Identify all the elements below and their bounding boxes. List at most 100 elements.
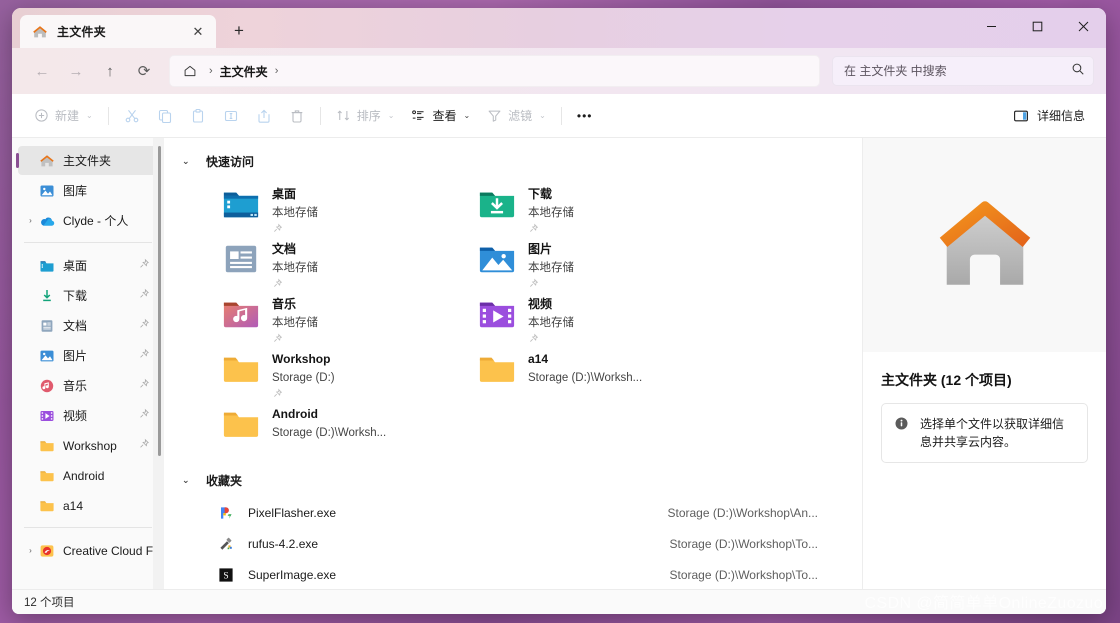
sidebar-item-gallery[interactable]: 图库 — [18, 176, 158, 205]
tile-pictures[interactable]: 图片 本地存储 — [466, 235, 722, 290]
pin-icon[interactable] — [138, 348, 154, 363]
home-large-icon — [927, 185, 1043, 306]
list-item[interactable]: PixelFlasher.exe Storage (D:)\Workshop\A… — [172, 497, 854, 528]
music-folder-icon — [222, 295, 260, 333]
tile-music[interactable]: 音乐 本地存储 — [210, 290, 466, 345]
new-button[interactable]: 新建 ⌄ — [26, 101, 101, 131]
tab-home[interactable]: 主文件夹 ✕ — [20, 15, 216, 48]
tile-workshop[interactable]: Workshop Storage (D:) — [210, 345, 466, 400]
sidebar-item-creative-cloud[interactable]: › Creative Cloud F — [18, 536, 158, 565]
copy-icon — [157, 108, 173, 124]
paste-button[interactable] — [182, 101, 214, 131]
sidebar-item-label: Creative Cloud F — [63, 544, 158, 558]
sidebar-item-videos[interactable]: 视频 — [18, 401, 158, 430]
sidebar-item-home[interactable]: 主文件夹 — [18, 146, 158, 175]
details-pane-button[interactable]: 详细信息 — [1004, 101, 1094, 131]
sidebar-item-documents[interactable]: 文档 — [18, 311, 158, 340]
minimize-button[interactable] — [968, 8, 1014, 44]
tile-downloads[interactable]: 下载 本地存储 — [466, 180, 722, 235]
chevron-down-icon: ⌄ — [463, 111, 470, 120]
sort-label: 排序 — [357, 107, 381, 124]
list-item[interactable]: rufus-4.2.exe Storage (D:)\Workshop\To..… — [172, 528, 854, 559]
sidebar-scrollbar-track[interactable] — [153, 138, 164, 589]
pin-icon[interactable] — [138, 438, 154, 453]
close-window-button[interactable] — [1060, 8, 1106, 44]
view-button[interactable]: 查看 ⌄ — [403, 101, 478, 131]
tile-documents[interactable]: 文档 本地存储 — [210, 235, 466, 290]
sidebar-item-downloads[interactable]: 下载 — [18, 281, 158, 310]
info-icon — [894, 416, 910, 436]
sort-button[interactable]: 排序 ⌄ — [328, 101, 403, 131]
sidebar-item-android[interactable]: Android — [18, 461, 158, 490]
tile-subtitle: 本地存储 — [272, 317, 318, 329]
favorites-group-header[interactable]: ⌄ 收藏夹 — [164, 467, 862, 493]
documents-folder-icon — [39, 318, 55, 334]
quick-access-label: 快速访问 — [206, 153, 254, 170]
breadcrumb-separator[interactable]: › — [204, 65, 218, 77]
copy-button[interactable] — [149, 101, 181, 131]
breadcrumb[interactable]: › 主文件夹 › — [169, 55, 820, 87]
home-icon — [32, 24, 48, 40]
close-tab-icon[interactable]: ✕ — [186, 20, 210, 44]
sidebar-item-onedrive[interactable]: › Clyde - 个人 — [18, 206, 158, 235]
delete-button[interactable] — [281, 101, 313, 131]
cut-button[interactable] — [116, 101, 148, 131]
forward-button[interactable]: → — [60, 55, 92, 87]
sidebar-item-music[interactable]: 音乐 — [18, 371, 158, 400]
tile-android[interactable]: Android Storage (D:)\Worksh... — [210, 400, 466, 455]
search-input[interactable] — [844, 64, 1071, 78]
sidebar-item-workshop[interactable]: Workshop — [18, 431, 158, 460]
list-item[interactable]: S SuperImage.exe Storage (D:)\Workshop\T… — [172, 559, 854, 589]
file-path: Storage (D:)\Workshop\To... — [670, 568, 819, 582]
downloads-folder-icon — [39, 288, 55, 304]
maximize-button[interactable] — [1014, 8, 1060, 44]
file-name: rufus-4.2.exe — [248, 537, 670, 551]
filter-label: 滤镜 — [508, 107, 532, 124]
tile-name: 下载 — [528, 187, 552, 201]
home-outline-icon[interactable] — [178, 59, 202, 83]
breadcrumb-separator-end[interactable]: › — [270, 65, 284, 77]
sidebar-item-label: 主文件夹 — [63, 152, 158, 169]
creative-cloud-icon — [39, 543, 55, 559]
chevron-down-icon: ⌄ — [86, 111, 93, 120]
up-button[interactable]: ↑ — [94, 55, 126, 87]
tile-videos[interactable]: 视频 本地存储 — [466, 290, 722, 345]
more-options-button[interactable]: ••• — [569, 101, 601, 131]
svg-text:S: S — [223, 571, 228, 581]
tile-desktop[interactable]: 桌面 本地存储 — [210, 180, 466, 235]
file-path: Storage (D:)\Workshop\To... — [670, 537, 819, 551]
plus-circle-icon — [34, 108, 49, 123]
sidebar-scrollbar-thumb[interactable] — [158, 146, 161, 456]
pin-icon[interactable] — [138, 408, 154, 423]
chevron-down-icon[interactable]: ⌄ — [182, 156, 194, 167]
tile-a14[interactable]: a14 Storage (D:)\Worksh... — [466, 345, 722, 400]
pin-icon[interactable] — [138, 378, 154, 393]
gallery-icon — [39, 183, 55, 199]
sidebar-item-a14[interactable]: a14 — [18, 491, 158, 520]
sidebar-item-desktop[interactable]: 桌面 — [18, 251, 158, 280]
chevron-right-icon[interactable]: › — [22, 216, 39, 225]
back-button[interactable]: ← — [26, 55, 58, 87]
filter-button[interactable]: 滤镜 ⌄ — [479, 101, 554, 131]
tile-text: 桌面 本地存储 — [272, 184, 460, 239]
search-icon[interactable] — [1071, 62, 1085, 81]
item-count-label: 12 个项目 — [24, 594, 75, 610]
new-tab-button[interactable]: + — [223, 15, 255, 47]
pin-icon — [528, 331, 716, 349]
folder-icon — [39, 498, 55, 514]
refresh-button[interactable]: ⟳ — [128, 55, 160, 87]
quick-access-group-header[interactable]: ⌄ 快速访问 — [164, 148, 862, 174]
pictures-folder-icon — [39, 348, 55, 364]
pin-icon[interactable] — [138, 288, 154, 303]
breadcrumb-current[interactable]: 主文件夹 — [220, 63, 268, 80]
pin-icon[interactable] — [138, 258, 154, 273]
chevron-down-icon[interactable]: ⌄ — [182, 475, 194, 486]
share-button[interactable] — [248, 101, 280, 131]
folder-icon — [39, 468, 55, 484]
search-box[interactable] — [832, 56, 1094, 86]
rename-button[interactable] — [215, 101, 247, 131]
chevron-right-icon[interactable]: › — [22, 546, 39, 555]
pin-icon[interactable] — [138, 318, 154, 333]
sidebar-item-pictures[interactable]: 图片 — [18, 341, 158, 370]
paste-icon — [190, 108, 206, 124]
